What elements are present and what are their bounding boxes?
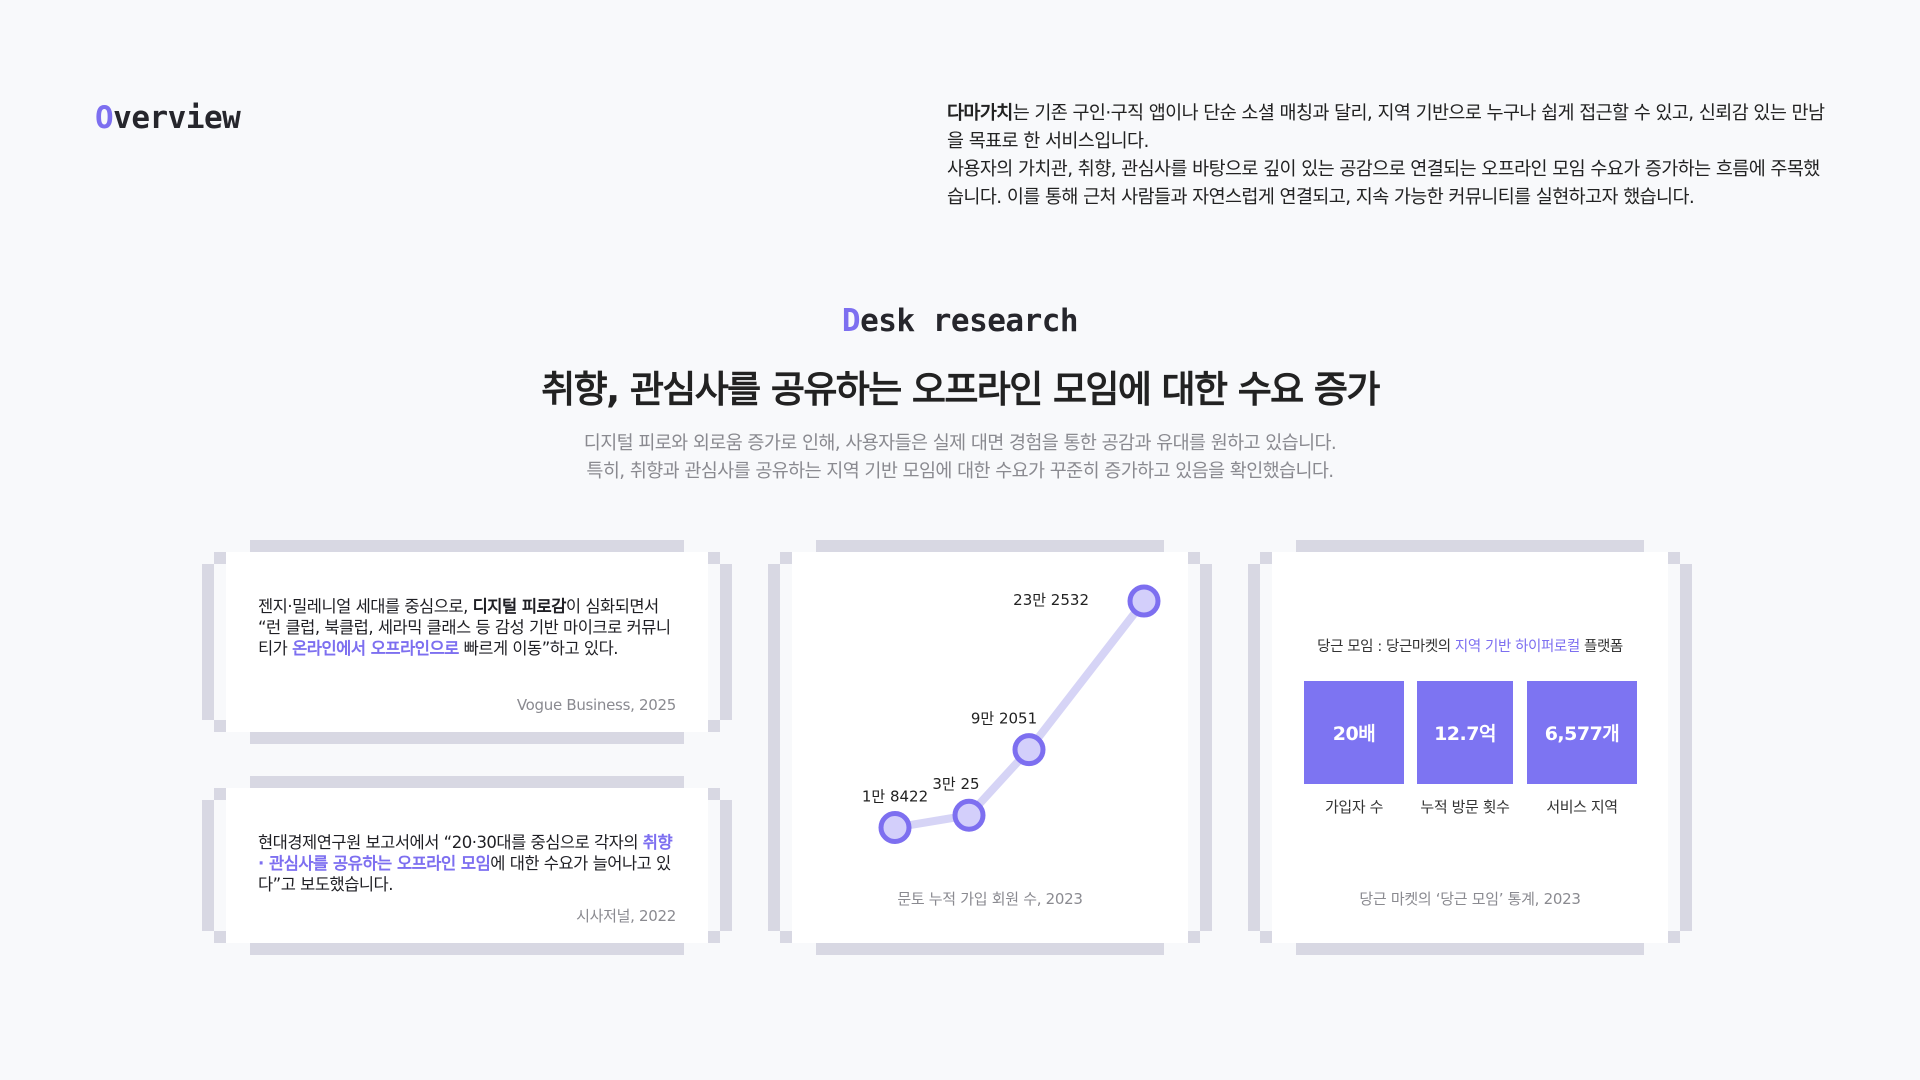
stats-title: 당근 모임 : 당근마켓의 지역 기반 하이퍼로컬 플랫폼: [1272, 635, 1668, 656]
desk-research-title: Desk research: [0, 303, 1920, 339]
stat-box-visits: 12.7억: [1417, 681, 1513, 784]
chart-card: 1만 8422 3만 25 9만 2051 23만 2532 문토 누적 가입 회원 …: [768, 540, 1212, 955]
stats-title-highlight: 지역 기반 하이퍼로컬: [1454, 639, 1580, 655]
chart-data-point: [952, 798, 986, 832]
chart-data-label: 1만 8422: [862, 788, 928, 806]
stat-label-regions: 서비스 지역: [1546, 798, 1618, 816]
quote-segment: 젠지·밀레니얼 세대를 중심으로,: [258, 597, 473, 616]
overview-title-rest: verview: [113, 100, 241, 136]
desk-title-rest: esk research: [860, 303, 1079, 339]
chart-data-point: [878, 811, 912, 845]
quote-highlight: 온라인에서 오프라인으로: [292, 639, 459, 658]
stat-box-regions: 6,577개: [1527, 681, 1637, 784]
overview-paragraph-2: 사용자의 가치관, 취향, 관심사를 바탕으로 깊이 있는 공감으로 연결되는 …: [947, 159, 1820, 208]
stats-caption: 당근 마켓의 ‘당근 모임’ 통계, 2023: [1359, 890, 1581, 908]
stats-title-segment: 당근 모임 : 당근마켓의: [1317, 639, 1455, 655]
source-sisa: 시사저널, 2022: [576, 907, 676, 925]
overview-text-1: 는 기존 구인·구직 앱이나 단순 소셜 매칭과 달리, 지역 기반으로 누구나…: [947, 103, 1825, 152]
chart-data-label: 3만 25: [932, 775, 979, 793]
desk-research-heading: 취향, 관심사를 공유하는 오프라인 모임에 대한 수요 증가: [541, 368, 1380, 411]
source-vogue: Vogue Business, 2025: [516, 696, 676, 714]
overview-description: 다마가치는 기존 구인·구직 앱이나 단순 소셜 매칭과 달리, 지역 기반으로…: [947, 100, 1827, 212]
stat-box-signups: 20배: [1304, 681, 1404, 784]
desk-subtitle-line-1: 디지털 피로와 외로움 증가로 인해, 사용자들은 실제 대면 경험을 통한 공…: [583, 433, 1337, 454]
overview-title-initial: O: [95, 100, 114, 136]
quote-text-sisa: 현대경제연구원 보고서에서 “20·30대를 중심으로 각자의 취향 · 관심사…: [258, 832, 676, 895]
brand-name: 다마가치: [947, 103, 1013, 124]
quote-segment: 빠르게 이동”하고 있다.: [458, 639, 619, 658]
chart-data-label: 23만 2532: [1013, 591, 1089, 609]
overview-title: Overview: [95, 100, 241, 136]
chart-data-label: 9만 2051: [971, 710, 1037, 728]
quote-card-sisa: 현대경제연구원 보고서에서 “20·30대를 중심으로 각자의 취향 · 관심사…: [202, 776, 732, 955]
overview-paragraph-1: 다마가치는 기존 구인·구직 앱이나 단순 소셜 매칭과 달리, 지역 기반으로…: [947, 100, 1827, 156]
quote-bold-keyword: 디지털 피로감: [472, 597, 567, 616]
chart-data-point: [1012, 733, 1046, 767]
desk-research-subtitle: 디지털 피로와 외로움 증가로 인해, 사용자들은 실제 대면 경험을 통한 공…: [0, 430, 1920, 486]
quote-card-vogue: 젠지·밀레니얼 세대를 중심으로, 디지털 피로감이 심화되면서 “런 클럽, …: [202, 540, 732, 744]
desk-title-initial: D: [841, 303, 861, 339]
quote-text-vogue: 젠지·밀레니얼 세대를 중심으로, 디지털 피로감이 심화되면서 “런 클럽, …: [258, 596, 676, 659]
stats-title-segment: 플랫폼: [1579, 639, 1623, 655]
stat-label-visits: 누적 방문 횟수: [1420, 798, 1510, 816]
chart-caption: 문토 누적 가입 회원 수, 2023: [897, 890, 1083, 908]
chart-data-point: [1127, 584, 1161, 618]
member-growth-chart: 1만 84223만 25 9만 2051 23만 2532: [862, 584, 1161, 845]
stat-label-signups: 가입자 수: [1325, 798, 1383, 816]
quote-segment: 현대경제연구원 보고서에서 “20·30대를 중심으로 각자의: [258, 833, 643, 852]
desk-subtitle-line-2: 특히, 취향과 관심사를 공유하는 지역 기반 모임에 대한 수요가 꾸준히 증…: [586, 461, 1334, 482]
stats-card: 당근 모임 : 당근마켓의 지역 기반 하이퍼로컬 플랫폼 20배 12.7억 …: [1248, 540, 1692, 955]
